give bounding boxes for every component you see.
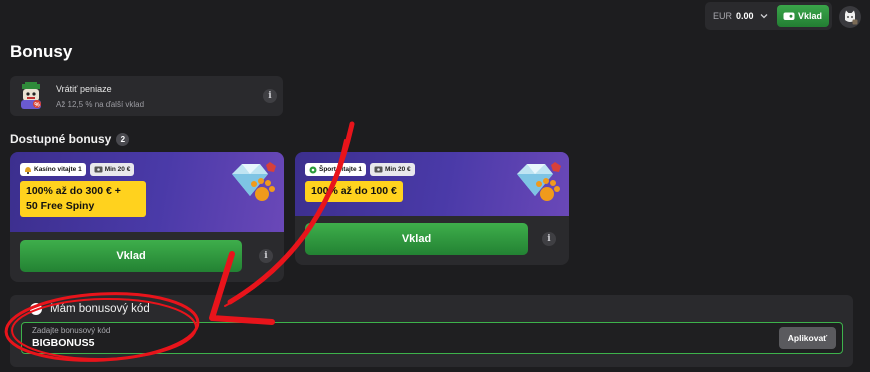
promo-code-toggle-label: Mám bonusový kód xyxy=(50,303,150,315)
cash-icon xyxy=(94,166,103,173)
cashback-card[interactable]: % Vrátiť peniaze Až 12,5 % na ďalší vkla… xyxy=(10,76,283,116)
page-title: Bonusy xyxy=(10,42,73,61)
promo-code-value[interactable]: BIGBONUS5 xyxy=(32,337,94,349)
promo-code-toggle[interactable]: Mám bonusový kód xyxy=(30,303,150,315)
bonus-info-icon[interactable]: i xyxy=(259,249,273,263)
wallet-icon xyxy=(783,12,795,20)
bonus-card-casino: Kasíno vitajte 1 Min 20 € 100% až do 300… xyxy=(10,152,284,282)
toggle-knob[interactable] xyxy=(30,303,42,315)
balance-amount[interactable]: 0.00 xyxy=(736,11,754,21)
soccer-ball-icon xyxy=(309,166,317,173)
cashback-title: Vrátiť peniaze xyxy=(56,83,112,94)
bonus-card-sport: Šport vitajte 1 Min 20 € 100% až do 100 … xyxy=(295,152,569,265)
bonus-category-chip: Kasíno vitajte 1 xyxy=(20,163,86,176)
bonus-headline: 100% až do 100 € xyxy=(305,181,403,202)
min-deposit-chip: Min 20 € xyxy=(89,163,135,176)
avatar[interactable] xyxy=(839,6,861,28)
apply-code-button[interactable]: Aplikovať xyxy=(779,327,836,349)
diamond-paw-icon xyxy=(232,162,276,201)
svg-text:%: % xyxy=(34,103,40,109)
min-deposit-chip: Min 20 € xyxy=(369,163,415,176)
bonus-info-icon[interactable]: i xyxy=(542,232,556,246)
cat-avatar-icon xyxy=(845,10,858,25)
deposit-label: Vklad xyxy=(798,11,823,21)
deposit-button[interactable]: Vklad xyxy=(776,5,829,27)
diamond-paw-icon xyxy=(517,162,561,201)
chevron-down-icon[interactable] xyxy=(759,11,769,21)
cash-icon xyxy=(374,166,383,173)
cashback-character-icon: % xyxy=(21,82,41,109)
wallet-bar: EUR 0.00 Vklad xyxy=(705,2,832,30)
currency-label: EUR xyxy=(713,11,733,21)
bonus-deposit-button[interactable]: Vklad xyxy=(20,240,242,272)
bonus-headline: 100% až do 300 € + 50 Free Spiny xyxy=(20,181,146,217)
cashback-info-icon[interactable]: i xyxy=(263,89,277,103)
casino-bell-icon xyxy=(25,166,31,174)
promo-code-panel: Mám bonusový kód Zadajte bonusový kód BI… xyxy=(10,295,853,367)
promo-code-field-label: Zadajte bonusový kód xyxy=(32,326,111,335)
available-bonuses-title: Dostupné bonusy xyxy=(10,132,112,146)
bonus-deposit-button[interactable]: Vklad xyxy=(305,223,528,255)
cashback-subtitle: Až 12,5 % na ďalší vklad xyxy=(56,99,145,109)
promo-code-input[interactable]: Zadajte bonusový kód BIGBONUS5 Aplikovať xyxy=(21,322,843,354)
available-bonuses-heading: Dostupné bonusy 2 xyxy=(10,132,130,146)
bonus-category-chip: Šport vitajte 1 xyxy=(305,163,366,176)
bonus-count-badge: 2 xyxy=(116,132,130,146)
